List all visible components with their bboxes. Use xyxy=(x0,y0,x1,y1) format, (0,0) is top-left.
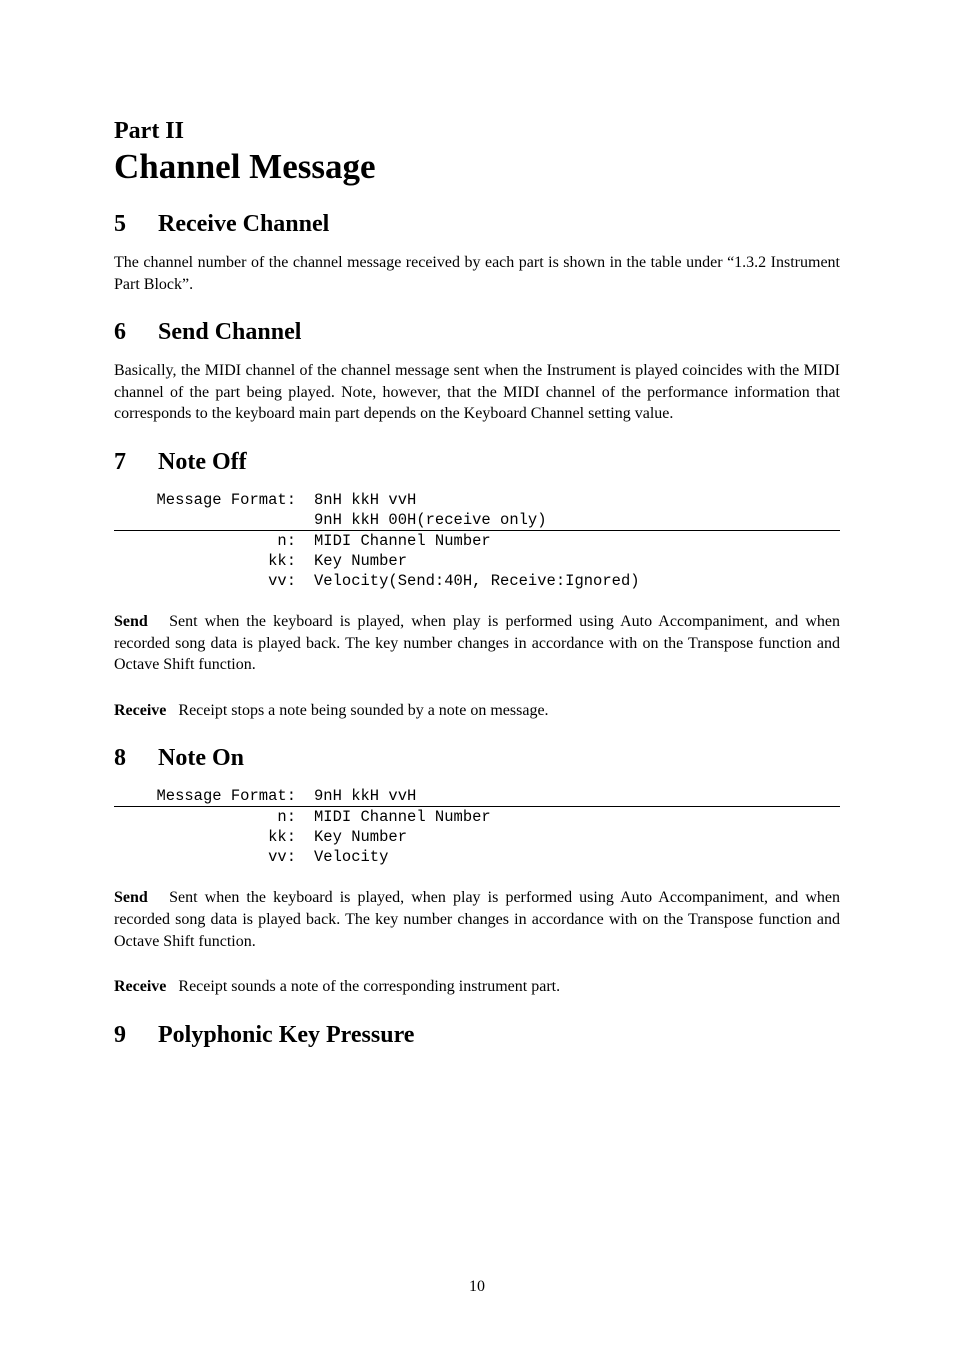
cell-value: MIDI Channel Number xyxy=(314,530,840,551)
cell-label: n: xyxy=(114,530,314,551)
run-in-label: Receive xyxy=(114,978,166,995)
section-title: Polyphonic Key Pressure xyxy=(158,1022,414,1048)
section-title: Note Off xyxy=(158,449,247,475)
cell-label: Message Format: xyxy=(114,490,314,510)
section-number: 5 xyxy=(114,211,152,238)
table-row: kk: Key Number xyxy=(114,827,840,847)
paragraph-receive: Receive Receipt sounds a note of the cor… xyxy=(114,976,840,998)
note-on-format-table: Message Format: 9nH kkH vvH n: MIDI Chan… xyxy=(114,786,840,867)
cell-value: Velocity(Send:40H, Receive:Ignored) xyxy=(314,571,840,591)
cell-value: Key Number xyxy=(314,551,840,571)
part-label: Part II xyxy=(114,118,840,145)
paragraph-send: Send Sent when the keyboard is played, w… xyxy=(114,611,840,676)
page: Part II Channel Message 5 Receive Channe… xyxy=(0,0,954,1350)
section-title: Send Channel xyxy=(158,319,301,345)
section-title: Note On xyxy=(158,745,244,771)
section-number: 6 xyxy=(114,319,152,346)
heading-send-channel: 6 Send Channel xyxy=(114,319,840,346)
cell-label: vv: xyxy=(114,571,314,591)
cell-value: MIDI Channel Number xyxy=(314,807,840,828)
paragraph-send: Send Sent when the keyboard is played, w… xyxy=(114,887,840,952)
cell-label: kk: xyxy=(114,551,314,571)
note-off-format-table: Message Format: 8nH kkH vvH 9nH kkH 00H(… xyxy=(114,490,840,591)
paragraph-text: Receipt sounds a note of the correspondi… xyxy=(178,978,560,995)
table-row: 9nH kkH 00H(receive only) xyxy=(114,510,840,531)
cell-label xyxy=(114,510,314,531)
cell-value: 9nH kkH 00H(receive only) xyxy=(314,510,840,531)
page-number: 10 xyxy=(0,1278,954,1296)
cell-label: kk: xyxy=(114,827,314,847)
run-in-label: Receive xyxy=(114,702,166,719)
table-row: vv: Velocity(Send:40H, Receive:Ignored) xyxy=(114,571,840,591)
paragraph-text: Sent when the keyboard is played, when p… xyxy=(114,613,840,673)
table-row: n: MIDI Channel Number xyxy=(114,807,840,828)
cell-value: Key Number xyxy=(314,827,840,847)
section-number: 8 xyxy=(114,745,152,772)
paragraph-text: Receipt stops a note being sounded by a … xyxy=(178,702,548,719)
section-number: 9 xyxy=(114,1022,152,1049)
heading-note-on: 8 Note On xyxy=(114,745,840,772)
part-title: Channel Message xyxy=(114,147,840,187)
cell-label: vv: xyxy=(114,847,314,867)
heading-receive-channel: 5 Receive Channel xyxy=(114,211,840,238)
table-row: Message Format: 9nH kkH vvH xyxy=(114,786,840,807)
heading-polyphonic-key-pressure: 9 Polyphonic Key Pressure xyxy=(114,1022,840,1049)
heading-note-off: 7 Note Off xyxy=(114,449,840,476)
run-in-label: Send xyxy=(114,889,148,906)
section-number: 7 xyxy=(114,449,152,476)
paragraph: The channel number of the channel messag… xyxy=(114,252,840,295)
table-row: vv: Velocity xyxy=(114,847,840,867)
table-row: kk: Key Number xyxy=(114,551,840,571)
cell-label: Message Format: xyxy=(114,786,314,807)
table-row: n: MIDI Channel Number xyxy=(114,530,840,551)
cell-label: n: xyxy=(114,807,314,828)
run-in-label: Send xyxy=(114,613,148,630)
table-row: Message Format: 8nH kkH vvH xyxy=(114,490,840,510)
paragraph-text: Sent when the keyboard is played, when p… xyxy=(114,889,840,949)
paragraph-receive: Receive Receipt stops a note being sound… xyxy=(114,700,840,722)
cell-value: 9nH kkH vvH xyxy=(314,786,840,807)
cell-value: 8nH kkH vvH xyxy=(314,490,840,510)
cell-value: Velocity xyxy=(314,847,840,867)
paragraph: Basically, the MIDI channel of the chann… xyxy=(114,360,840,425)
section-title: Receive Channel xyxy=(158,211,329,237)
